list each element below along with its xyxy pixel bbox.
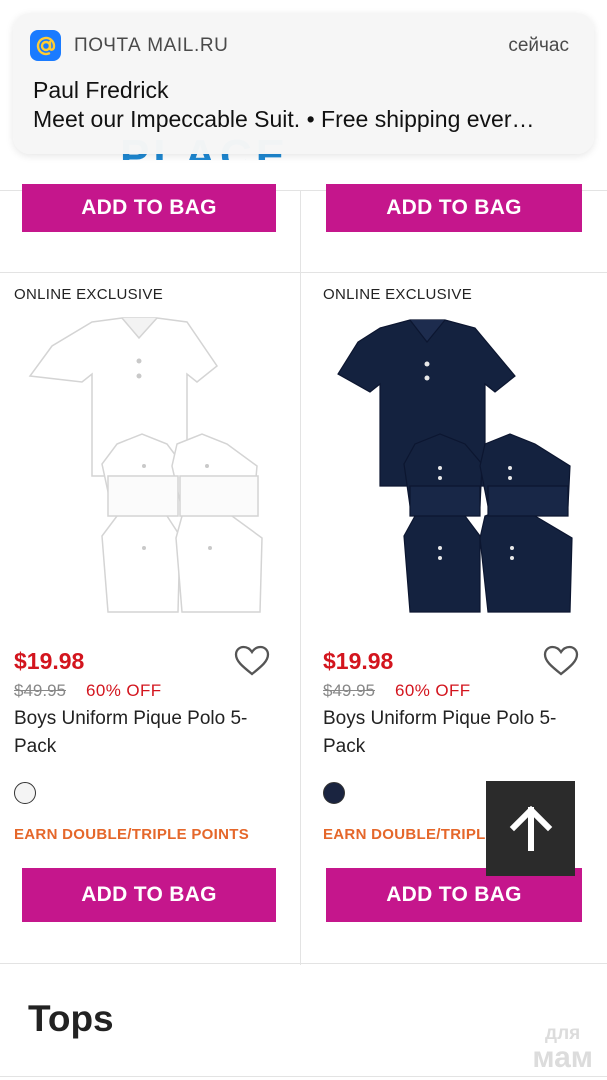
color-swatch-navy[interactable]: [323, 782, 345, 804]
add-to-bag-button[interactable]: ADD TO BAG: [326, 868, 582, 922]
notification-body: Meet our Impeccable Suit. • Free shippin…: [33, 106, 535, 132]
add-to-bag-button[interactable]: ADD TO BAG: [22, 868, 276, 922]
heart-icon[interactable]: [543, 645, 579, 677]
discount-label: 60% OFF: [86, 681, 162, 700]
white-polo-5-pack-image[interactable]: [22, 316, 282, 616]
product-name[interactable]: Boys Uniform Pique Polo 5-Pack: [14, 705, 264, 761]
color-swatch-white[interactable]: [14, 782, 36, 804]
divider: [0, 1076, 607, 1077]
promo-text: EARN DOUBLE/TRIPLE POINTS: [14, 826, 250, 843]
push-notification[interactable]: ПОЧТА MAIL.RU сейчас Paul Fredrick Meet …: [13, 13, 594, 154]
section-heading: Tops: [28, 998, 114, 1039]
heart-icon[interactable]: [234, 645, 270, 677]
navy-polo-5-pack-image[interactable]: [330, 316, 590, 616]
notification-time: сейчас: [508, 35, 569, 56]
sale-price: $19.98: [14, 648, 85, 674]
product-listing-page: PLACE ADD TO BAG ADD TO BAG ONLINE EXCLU…: [0, 0, 607, 1080]
notification-title: Paul Fredrick: [33, 77, 169, 103]
watermark-logo: для мам: [532, 1024, 593, 1073]
back-to-top-button[interactable]: [486, 781, 575, 876]
notification-app-name: ПОЧТА MAIL.RU: [74, 35, 229, 56]
watermark-line: мам: [532, 1041, 593, 1074]
product-name[interactable]: Boys Uniform Pique Polo 5-Pack: [323, 705, 573, 761]
online-exclusive-badge: ONLINE EXCLUSIVE: [14, 286, 164, 303]
sale-price: $19.98: [323, 648, 394, 674]
original-price: $49.95: [14, 681, 66, 700]
add-to-bag-button[interactable]: ADD TO BAG: [22, 184, 276, 232]
online-exclusive-badge: ONLINE EXCLUSIVE: [323, 286, 473, 303]
original-price: $49.95: [323, 681, 375, 700]
at-sign-icon: [30, 30, 61, 61]
column-divider: [300, 190, 301, 965]
add-to-bag-button[interactable]: ADD TO BAG: [326, 184, 582, 232]
divider: [0, 272, 607, 273]
arrow-up-icon: [509, 805, 552, 851]
discount-label: 60% OFF: [395, 681, 471, 700]
divider: [0, 963, 607, 964]
